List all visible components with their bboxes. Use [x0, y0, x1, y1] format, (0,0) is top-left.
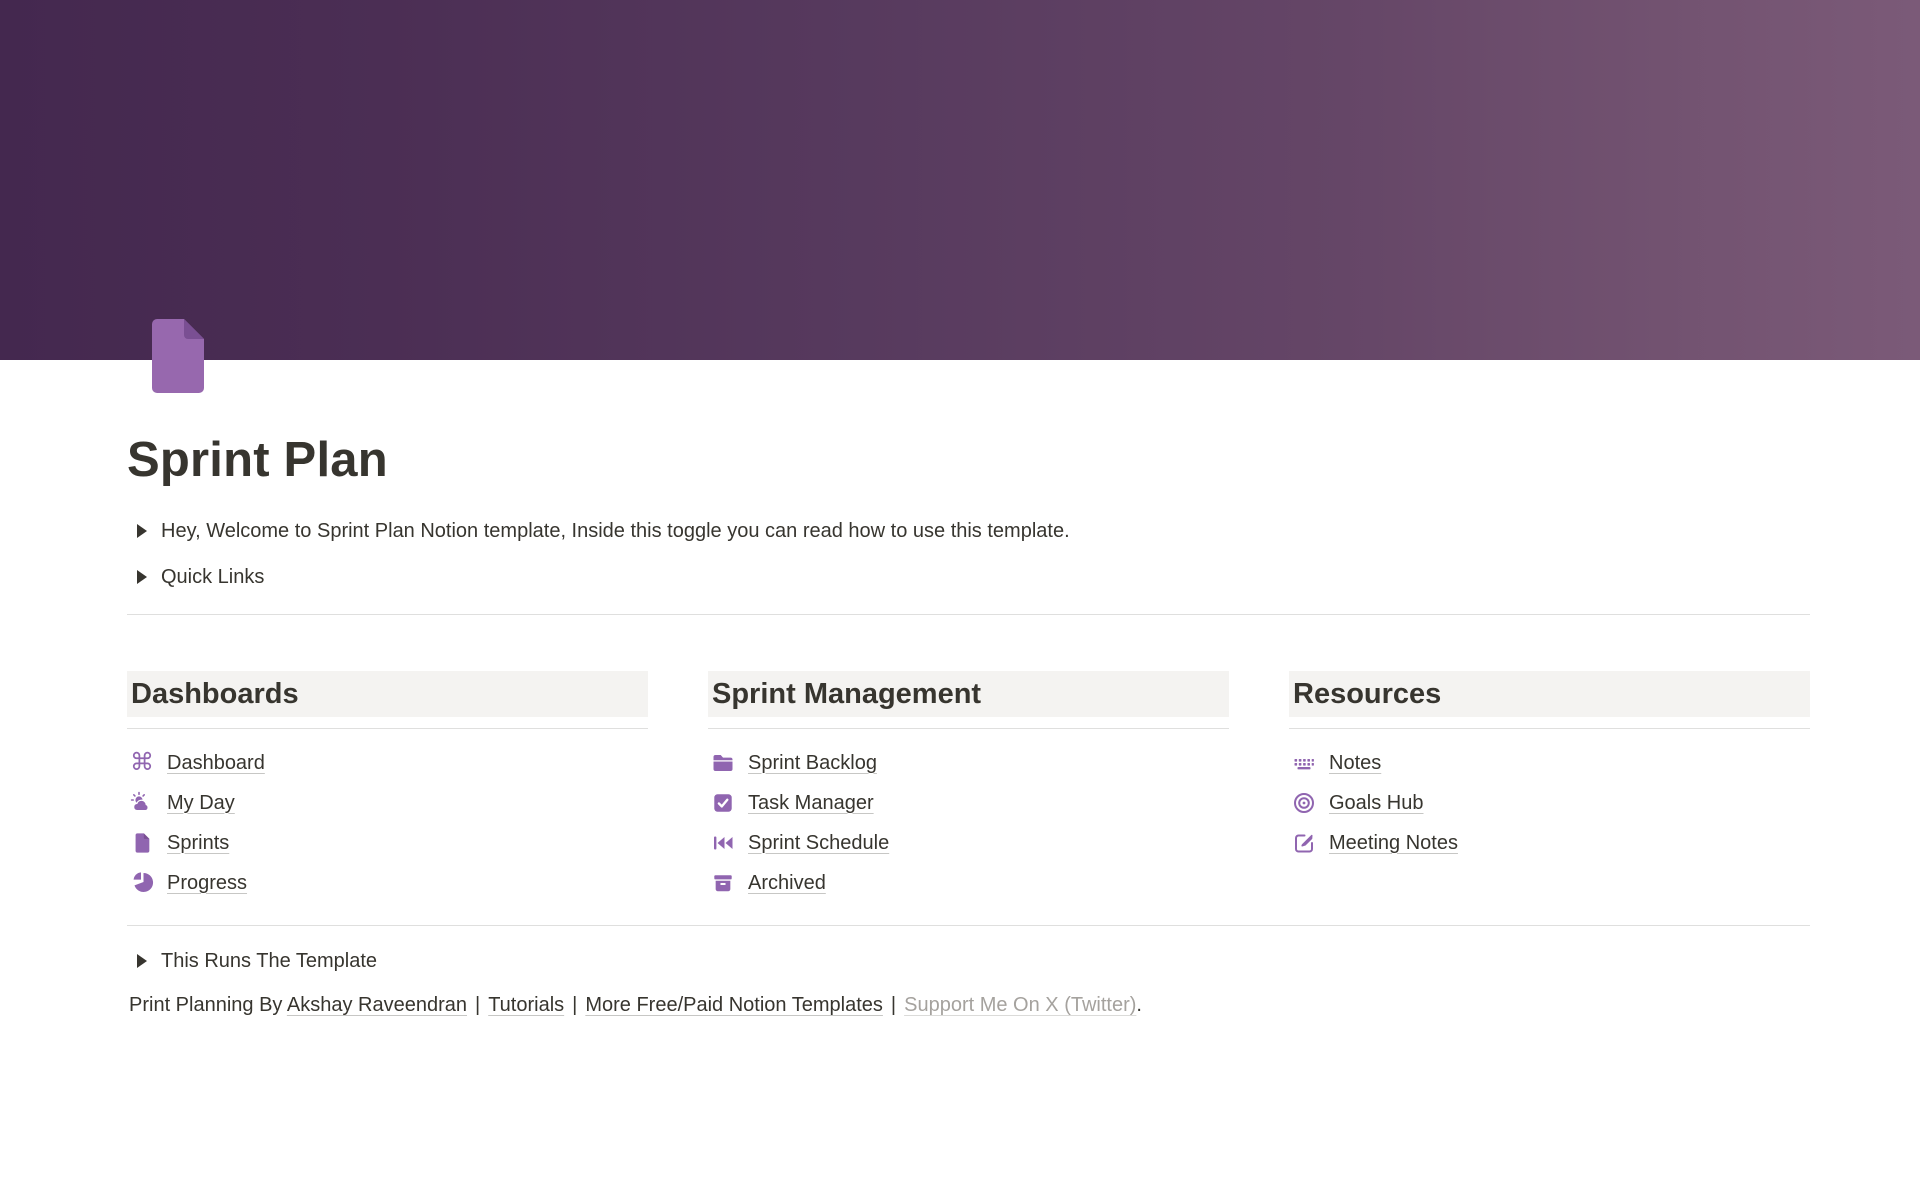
link-support-twitter[interactable]: Support Me On X (Twitter): [904, 994, 1136, 1016]
divider: [708, 728, 1229, 729]
edit-icon: [1291, 830, 1317, 856]
divider: [1289, 728, 1810, 729]
toggle-runs-template-label: This Runs The Template: [161, 950, 377, 973]
checkbox-icon: [710, 790, 736, 816]
sun-cloud-icon: [129, 790, 155, 816]
column-dashboards: Dashboards ⌘ Dashboard: [127, 671, 648, 903]
link-progress[interactable]: Progress: [127, 863, 648, 903]
page-icon-document[interactable]: [146, 318, 210, 394]
link-task-manager[interactable]: Task Manager: [708, 783, 1229, 823]
toggle-collapsed-icon[interactable]: [127, 946, 157, 976]
page-title: Sprint Plan: [127, 432, 1810, 488]
column-header-resources: Resources: [1289, 671, 1810, 717]
link-my-day[interactable]: My Day: [127, 783, 648, 823]
footer-credits: Print Planning By Akshay Raveendran|Tuto…: [127, 988, 1810, 1017]
pie-chart-icon: [129, 870, 155, 896]
footer-separator: |: [883, 994, 904, 1016]
target-icon: [1291, 790, 1317, 816]
link-meeting-notes[interactable]: Meeting Notes: [1289, 823, 1810, 863]
column-header-sprint-management: Sprint Management: [708, 671, 1229, 717]
toggle-runs-template[interactable]: This Runs The Template: [127, 938, 1810, 984]
link-notes[interactable]: Notes: [1289, 743, 1810, 783]
link-dashboard[interactable]: ⌘ Dashboard: [127, 743, 648, 783]
folder-icon: [710, 750, 736, 776]
divider: [127, 614, 1810, 615]
footer-suffix: .: [1136, 994, 1142, 1016]
link-goals-hub[interactable]: Goals Hub: [1289, 783, 1810, 823]
link-sprints[interactable]: Sprints: [127, 823, 648, 863]
toggle-quick-links-label: Quick Links: [161, 566, 264, 589]
link-sprint-backlog[interactable]: Sprint Backlog: [708, 743, 1229, 783]
column-sprint-management: Sprint Management Sprint Backlog: [708, 671, 1229, 903]
rewind-icon: [710, 830, 736, 856]
toggle-quick-links[interactable]: Quick Links: [127, 554, 1810, 600]
columns-section: Dashboards ⌘ Dashboard: [127, 671, 1810, 903]
command-icon: ⌘: [129, 750, 155, 776]
keyboard-icon: [1291, 750, 1317, 776]
toggle-collapsed-icon[interactable]: [127, 516, 157, 546]
link-sprint-schedule[interactable]: Sprint Schedule: [708, 823, 1229, 863]
link-archived[interactable]: Archived: [708, 863, 1229, 903]
column-resources: Resources: [1289, 671, 1810, 903]
document-icon: [129, 830, 155, 856]
column-header-dashboards: Dashboards: [127, 671, 648, 717]
divider: [127, 728, 648, 729]
toggle-welcome-label: Hey, Welcome to Sprint Plan Notion templ…: [161, 520, 1070, 543]
page-cover: [0, 0, 1920, 360]
archive-icon: [710, 870, 736, 896]
footer-separator: |: [467, 994, 488, 1016]
link-author[interactable]: Akshay Raveendran: [287, 994, 467, 1016]
link-tutorials[interactable]: Tutorials: [488, 994, 564, 1016]
footer-prefix: Print Planning By: [129, 994, 287, 1016]
toggle-welcome[interactable]: Hey, Welcome to Sprint Plan Notion templ…: [127, 508, 1810, 554]
divider: [127, 925, 1810, 926]
link-more-templates[interactable]: More Free/Paid Notion Templates: [585, 994, 883, 1016]
toggle-collapsed-icon[interactable]: [127, 562, 157, 592]
footer-separator: |: [564, 994, 585, 1016]
